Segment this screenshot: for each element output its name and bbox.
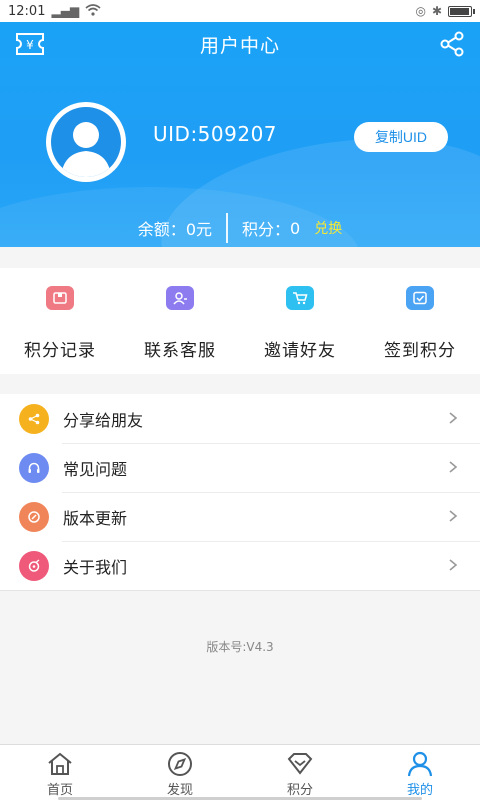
quick-item-points-record[interactable]: 积分记录 <box>0 268 120 374</box>
vibrate-icon: ◎ <box>415 4 426 18</box>
tab-points[interactable]: 积分 <box>240 745 360 800</box>
version-text: 版本号:V4.3 <box>206 640 274 654</box>
chevron-right-icon <box>449 412 458 424</box>
quick-item-label: 签到积分 <box>384 341 456 361</box>
chevron-right-icon <box>449 461 458 473</box>
update-icon <box>19 501 49 532</box>
menu-item-label: 关于我们 <box>63 557 128 577</box>
user-silhouette-icon <box>61 122 111 177</box>
tab-label: 我的 <box>406 783 433 798</box>
exchange-link[interactable]: 兑换 <box>314 218 342 238</box>
tab-mine[interactable]: 我的 <box>360 745 480 800</box>
menu-item-label: 版本更新 <box>63 508 128 528</box>
user-icon <box>407 751 433 777</box>
quick-item-invite-friends[interactable]: 邀请好友 <box>240 268 360 374</box>
profile-header: ¥ 用户中心 UID:509207 复制UID 余额： 0元 积分： 0 兑换 <box>0 22 480 247</box>
quick-item-checkin-points[interactable]: 签到积分 <box>360 268 480 374</box>
tab-home[interactable]: 首页 <box>0 745 120 800</box>
status-time: 12:01 <box>8 3 46 19</box>
quick-item-contact-service[interactable]: 联系客服 <box>120 268 240 374</box>
top-bar: ¥ 用户中心 <box>0 22 480 66</box>
uid-text: UID:509207 <box>153 122 278 146</box>
diamond-icon <box>287 753 313 775</box>
quick-item-label: 联系客服 <box>144 341 216 361</box>
service-icon <box>166 286 194 310</box>
wifi-icon <box>85 4 101 18</box>
tab-label: 积分 <box>286 783 313 798</box>
signal-icon: ▂▄▆ <box>51 4 80 18</box>
svg-text:¥: ¥ <box>26 38 34 52</box>
menu-item-version-update[interactable]: 版本更新 <box>0 492 480 541</box>
tab-label: 发现 <box>166 783 193 798</box>
checkin-icon <box>406 286 434 310</box>
points-label: 积分： <box>242 220 291 239</box>
quick-item-label: 邀请好友 <box>264 341 336 361</box>
avatar[interactable] <box>46 102 126 182</box>
balance-row: 余额： 0元 积分： 0 兑换 <box>0 212 480 244</box>
compass-icon <box>168 752 192 776</box>
balance-label: 余额： <box>137 220 186 239</box>
menu-item-about-us[interactable]: 关于我们 <box>0 541 480 590</box>
tab-label: 首页 <box>46 783 73 798</box>
tab-discover[interactable]: 发现 <box>120 745 240 800</box>
headset-icon <box>19 452 49 483</box>
copy-uid-button[interactable]: 复制UID <box>354 122 448 152</box>
status-bar: 12:01 ▂▄▆ ◎ ✱ <box>0 0 480 22</box>
menu-item-label: 常见问题 <box>63 459 128 479</box>
menu-item-faq[interactable]: 常见问题 <box>0 443 480 492</box>
chevron-right-icon <box>449 559 458 571</box>
bluetooth-icon: ✱ <box>431 4 442 18</box>
battery-icon <box>448 5 475 17</box>
menu-item-label: 分享给朋友 <box>63 410 144 430</box>
quick-actions: 积分记录 联系客服 邀请好友 签到积分 <box>0 268 480 374</box>
menu-list: 分享给朋友 常见问题 版本更新 关于我们 <box>0 394 480 591</box>
chevron-right-icon <box>449 510 458 522</box>
quick-item-label: 积分记录 <box>24 341 96 361</box>
ticket-icon[interactable]: ¥ <box>14 31 46 57</box>
balance-value: 0元 <box>185 220 212 239</box>
home-icon <box>48 752 72 775</box>
bottom-tab-bar: 首页 发现 积分 我的 <box>0 744 480 800</box>
points-value: 0 <box>290 218 301 238</box>
record-icon <box>46 286 74 310</box>
share-icon <box>19 403 49 434</box>
share-icon[interactable] <box>438 30 466 58</box>
divider <box>226 213 228 243</box>
menu-item-share-friends[interactable]: 分享给朋友 <box>0 394 480 443</box>
cart-icon <box>286 286 314 310</box>
page-title: 用户中心 <box>199 34 280 57</box>
about-icon <box>19 550 49 581</box>
